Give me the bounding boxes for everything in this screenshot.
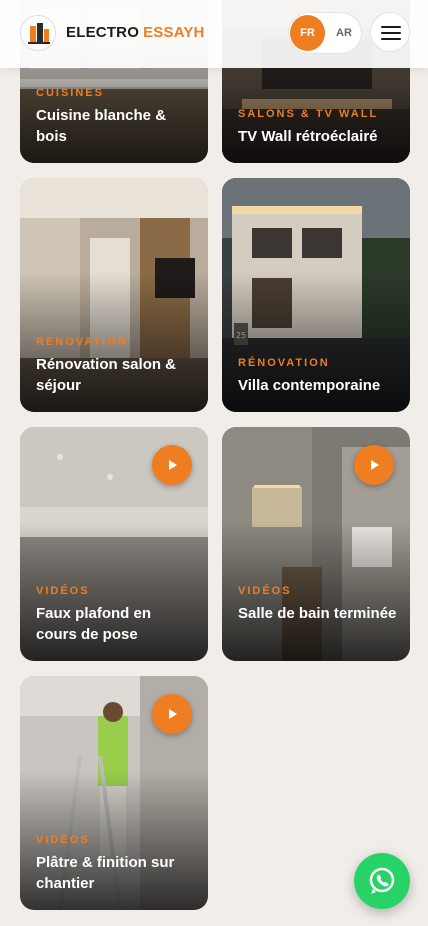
gallery-card-ceiling[interactable]: VIDÉOS Faux plafond en cours de pose bbox=[20, 427, 208, 661]
logo[interactable] bbox=[20, 15, 56, 51]
play-button[interactable] bbox=[354, 445, 394, 485]
card-category: VIDÉOS bbox=[238, 585, 292, 597]
lang-ar-button[interactable]: AR bbox=[332, 15, 356, 51]
card-category: RÉNOVATION bbox=[238, 357, 330, 369]
card-category: RÉNOVATION bbox=[36, 336, 128, 348]
card-title: Salle de bain terminée bbox=[238, 605, 397, 622]
gallery-card-bathroom[interactable]: VIDÉOS Salle de bain terminée bbox=[222, 427, 410, 661]
hamburger-icon bbox=[381, 32, 401, 34]
play-button[interactable] bbox=[152, 694, 192, 734]
card-category: SALONS & TV WALL bbox=[238, 108, 379, 120]
gallery-card-villa[interactable]: 25 RÉNOVATION Villa contemporaine bbox=[222, 178, 410, 412]
brand-name[interactable]: ELECTRO ESSAYH bbox=[66, 24, 205, 41]
menu-button[interactable] bbox=[370, 12, 410, 52]
card-title: Rénovation salon & séjour bbox=[36, 356, 177, 394]
whatsapp-icon bbox=[369, 867, 395, 894]
hamburger-icon bbox=[381, 38, 401, 40]
card-title: TV Wall rétroéclairé bbox=[238, 128, 378, 145]
card-category: VIDÉOS bbox=[36, 834, 90, 846]
play-button[interactable] bbox=[152, 445, 192, 485]
lang-fr-button[interactable]: FR bbox=[290, 15, 325, 51]
whatsapp-button[interactable] bbox=[354, 853, 410, 909]
card-title: Villa contemporaine bbox=[238, 377, 381, 394]
site-header: ELECTRO ESSAYH FR AR bbox=[0, 0, 428, 68]
card-title: Cuisine blanche & bois bbox=[36, 107, 167, 145]
gallery-card-living-room[interactable]: RÉNOVATION Rénovation salon & séjour bbox=[20, 178, 208, 412]
language-switcher: FR AR bbox=[288, 12, 362, 54]
hamburger-icon bbox=[381, 26, 401, 28]
card-title: Plâtre & finition sur chantier bbox=[36, 854, 175, 892]
card-title: Faux plafond en cours de pose bbox=[36, 605, 152, 643]
card-category: VIDÉOS bbox=[36, 585, 90, 597]
logo-icon bbox=[28, 23, 50, 44]
card-category: CUISINES bbox=[36, 87, 104, 99]
brand-part-2: ESSAYH bbox=[143, 24, 205, 41]
brand-part-1: ELECTRO bbox=[66, 24, 140, 41]
gallery-card-plaster[interactable]: VIDÉOS Plâtre & finition sur chantier bbox=[20, 676, 208, 910]
